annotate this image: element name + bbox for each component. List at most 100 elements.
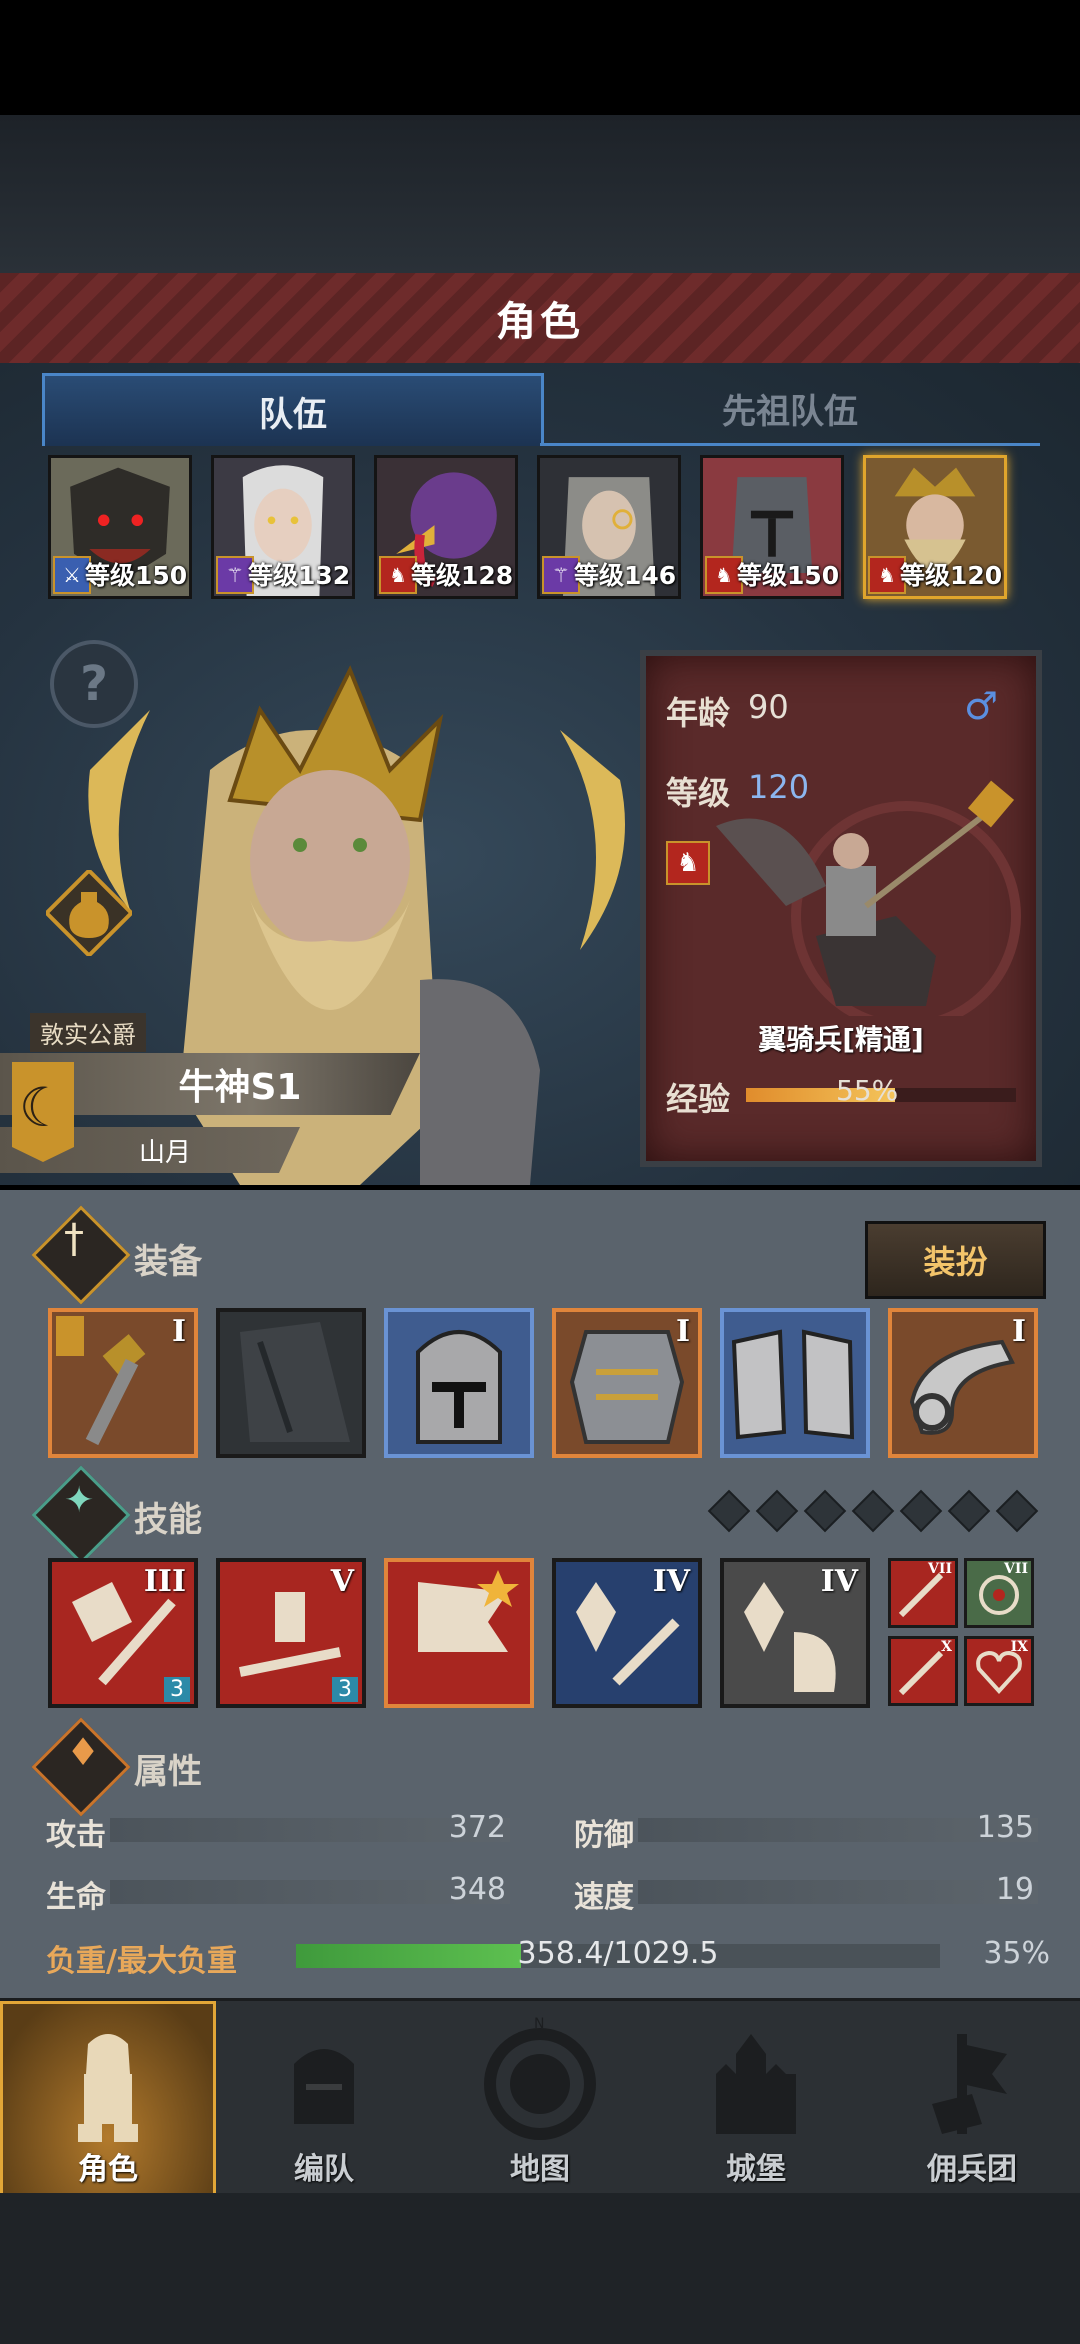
- nav-castle[interactable]: 城堡: [648, 2001, 864, 2196]
- character-name: 牛神S1: [178, 1067, 302, 1108]
- dagger-glyph: †: [64, 1216, 84, 1262]
- crescent-banner-icon: ☾: [12, 1062, 74, 1162]
- star-glyph: ✦: [64, 1480, 95, 1521]
- rank-roman: I: [675, 1314, 690, 1349]
- rank-roman: V: [330, 1564, 354, 1599]
- tab-team[interactable]: 队伍: [42, 373, 544, 446]
- roster-list: ⚔ 等级150 ⚚ 等级132 ♞ 等级128 ⚚ 等级146 ♞ 等级150 …: [48, 455, 1007, 599]
- skill-crystal-shield[interactable]: IV: [720, 1558, 870, 1708]
- tab-ancestor-team[interactable]: 先祖队伍: [540, 373, 1040, 446]
- skill-mini-target[interactable]: VII: [964, 1558, 1034, 1628]
- roster-level: 等级132: [248, 561, 351, 590]
- roster-level: 等级150: [737, 561, 840, 590]
- load-value: 358.4/1029.5: [517, 1936, 719, 1971]
- helmet-group-icon: [294, 2049, 354, 2124]
- dress-up-button[interactable]: 装扮: [865, 1221, 1046, 1299]
- equip-slot-horn[interactable]: I: [888, 1308, 1038, 1458]
- unit-info-card: 年龄 90 ♂ 等级 120 ♞ 翼骑兵[精通] 经验 55%: [640, 650, 1042, 1167]
- roster-level: 等级150: [85, 561, 188, 590]
- details-panel: † 装备 装扮 I I I ✦ 技能 III 3 V 3 IV IV VII V…: [0, 1190, 1080, 1998]
- skill-mini-sword[interactable]: X: [888, 1636, 958, 1706]
- nav-mercenary[interactable]: 佣兵团: [864, 2001, 1080, 2196]
- equipment-label: 装备: [134, 1242, 202, 1282]
- rank-roman: IX: [1010, 1639, 1028, 1655]
- character-sub: 山月: [138, 1137, 191, 1168]
- svg-text:N: N: [534, 2016, 544, 2032]
- skill-mini-sword[interactable]: VII: [888, 1558, 958, 1628]
- rank-roman: I: [1011, 1314, 1026, 1349]
- attributes-label: 属性: [134, 1752, 202, 1792]
- boots-icon: [731, 1329, 855, 1440]
- tab-ancestor-label: 先祖队伍: [722, 391, 858, 432]
- page-header: 角色: [0, 273, 1080, 366]
- nav-character[interactable]: 角色: [0, 2001, 216, 2196]
- age-value: 90: [748, 688, 789, 726]
- roster-card[interactable]: ⚔ 等级150: [48, 455, 192, 599]
- attack-label: 攻击: [46, 1818, 106, 1853]
- rank-roman: I: [171, 1314, 186, 1349]
- skill-banner[interactable]: [384, 1558, 534, 1708]
- knight-icon: [78, 2034, 138, 2142]
- roster-level: 等级120: [900, 561, 1003, 590]
- skill-slot-diamond: [995, 1489, 1039, 1533]
- load-label: 负重/最大负重: [46, 1944, 237, 1979]
- skill-slot-diamond: [755, 1489, 799, 1533]
- equip-slot-weapon[interactable]: I: [48, 1308, 198, 1458]
- nav-formation[interactable]: 编队: [216, 2001, 432, 2196]
- nav-map[interactable]: N 地图: [432, 2001, 648, 2196]
- tab-team-label: 队伍: [259, 394, 327, 435]
- equip-slot-boots[interactable]: [720, 1308, 870, 1458]
- load-percent: 35%: [983, 1936, 1050, 1971]
- bottom-nav: 角色 编队 N 地图 城堡 佣兵团: [0, 1998, 1080, 2196]
- character-title: 敦实公爵: [30, 1013, 146, 1052]
- speed-label: 速度: [574, 1880, 634, 1915]
- bottom-area: [0, 2193, 1080, 2344]
- roster-card[interactable]: ♞ 等级128: [374, 455, 518, 599]
- equip-slot-armor[interactable]: I: [552, 1308, 702, 1458]
- roster-card[interactable]: ♞ 等级150: [700, 455, 844, 599]
- speed-value: 19: [995, 1872, 1034, 1907]
- skill-mini-heart[interactable]: IX: [964, 1636, 1034, 1706]
- roster-card-selected[interactable]: ♞ 等级120: [863, 455, 1007, 599]
- unit-name: 翼骑兵[精通]: [758, 1023, 924, 1056]
- skill-badge: 3: [164, 1677, 190, 1702]
- attack-value: 372: [448, 1810, 506, 1845]
- defense-label: 防御: [574, 1818, 634, 1853]
- skill-slot-diamond: [851, 1489, 895, 1533]
- skill-slot-diamond: [803, 1489, 847, 1533]
- rank-roman: VII: [1004, 1561, 1028, 1577]
- castle-icon: [716, 2034, 796, 2134]
- defense-value: 135: [976, 1810, 1034, 1845]
- skill-slot-diamond: [899, 1489, 943, 1533]
- equip-slot-helmet[interactable]: [384, 1308, 534, 1458]
- exp-value: 55%: [836, 1074, 899, 1107]
- top-dark-band: [0, 115, 1080, 273]
- roster-card[interactable]: ⚚ 等级132: [211, 455, 355, 599]
- compass-map-icon: N: [484, 2016, 596, 2140]
- page-title: 角色: [496, 299, 584, 345]
- skill-charge[interactable]: III 3: [48, 1558, 198, 1708]
- hp-label: 生命: [46, 1880, 106, 1915]
- roster-level: 等级146: [574, 561, 677, 590]
- hp-value: 348: [448, 1872, 506, 1907]
- nav-label: 城堡: [726, 2152, 786, 2187]
- top-status-area: [0, 0, 1080, 115]
- banner-hand-icon: [932, 2034, 1007, 2134]
- cape-icon: [240, 1322, 350, 1442]
- rank-roman: IV: [820, 1564, 858, 1599]
- skill-crystal-sword[interactable]: IV: [552, 1558, 702, 1708]
- nav-label: 佣兵团: [927, 2152, 1017, 2187]
- nav-label: 角色: [78, 2152, 138, 2187]
- roster-level: 等级128: [411, 561, 514, 590]
- rank-roman: III: [143, 1564, 186, 1599]
- drop-glyph: ♦: [66, 1730, 101, 1774]
- nav-label: 地图: [510, 2152, 570, 2187]
- banner-skill-icon: [418, 1570, 519, 1692]
- exp-label: 经验: [666, 1080, 731, 1118]
- nav-label: 编队: [294, 2152, 354, 2187]
- skill-rally[interactable]: V 3: [216, 1558, 366, 1708]
- equip-slot-cape[interactable]: [216, 1308, 366, 1458]
- male-icon: ♂: [964, 684, 999, 728]
- roster-card[interactable]: ⚚ 等级146: [537, 455, 681, 599]
- age-label: 年龄: [666, 694, 731, 732]
